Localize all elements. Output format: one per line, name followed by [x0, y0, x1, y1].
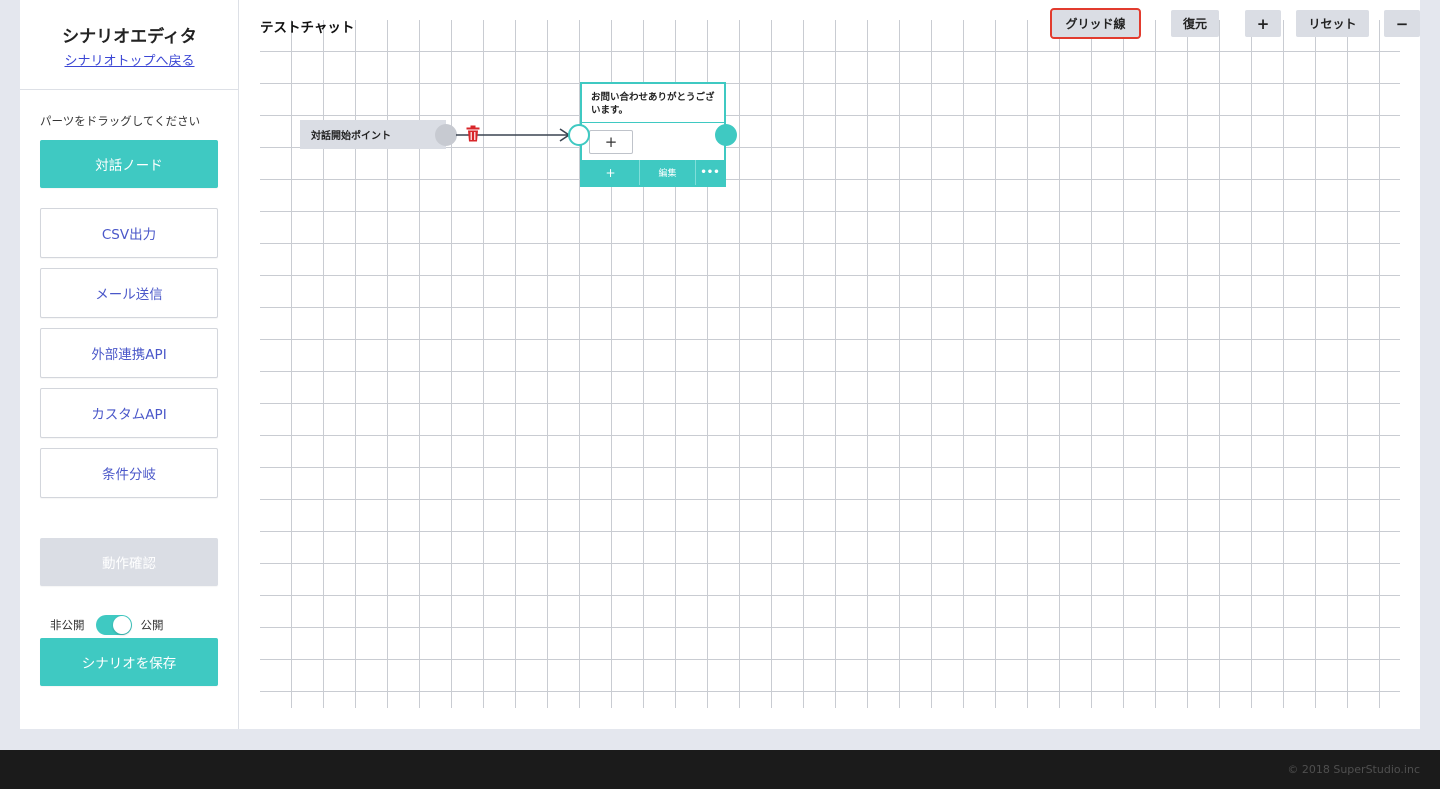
mail-send-part[interactable]: メール送信 [40, 268, 218, 318]
restore-button[interactable]: 復元 [1171, 10, 1219, 37]
start-node-label: 対話開始ポイント [311, 131, 391, 142]
back-to-scenario-top-link[interactable]: シナリオトップへ戻る [20, 50, 239, 69]
reset-button[interactable]: リセット [1296, 10, 1369, 37]
dialog-node[interactable]: お問い合わせありがとうございます。 + + 編集 ••• [580, 82, 726, 187]
dialog-node-part[interactable]: 対話ノード [40, 140, 218, 188]
sidebar-divider [20, 89, 238, 90]
app-container: シナリオエディタ シナリオトップへ戻る パーツをドラッグしてください 対話ノード… [20, 0, 1420, 729]
public-label: 公開 [140, 618, 164, 632]
save-scenario-button[interactable]: シナリオを保存 [40, 638, 218, 686]
dialog-node-output-port[interactable] [715, 124, 737, 146]
zoom-in-button[interactable]: + [1245, 10, 1281, 37]
csv-output-part[interactable]: CSV出力 [40, 208, 218, 258]
zoom-out-button[interactable]: − [1384, 10, 1420, 37]
custom-api-part[interactable]: カスタムAPI [40, 388, 218, 438]
condition-branch-part[interactable]: 条件分岐 [40, 448, 218, 498]
scenario-title: テストチャット [260, 20, 355, 36]
copyright-text: © 2018 SuperStudio.inc [1287, 763, 1420, 776]
dialog-node-input-port[interactable] [568, 124, 590, 146]
add-choice-button[interactable]: + [589, 130, 633, 154]
grid-lines-button[interactable]: グリッド線 [1050, 8, 1141, 39]
sidebar: シナリオエディタ シナリオトップへ戻る パーツをドラッグしてください 対話ノード… [20, 0, 239, 729]
scenario-canvas[interactable]: テストチャット グリッド線 復元 + リセット − 対話開始ポイント お問い合わ… [260, 0, 1420, 729]
drag-instruction: パーツをドラッグしてください [40, 114, 201, 128]
start-node-output-port[interactable] [435, 124, 457, 146]
editor-title: シナリオエディタ [62, 27, 197, 47]
test-run-button[interactable]: 動作確認 [40, 538, 218, 586]
node-edit-button[interactable]: 編集 [640, 160, 696, 185]
dialog-node-separator [582, 122, 724, 123]
page-footer: © 2018 SuperStudio.inc [0, 750, 1440, 789]
private-label: 非公開 [50, 618, 85, 632]
visibility-toggle-row: 非公開 公開 [50, 614, 164, 636]
dialog-node-footer: + 編集 ••• [582, 160, 724, 185]
external-api-part[interactable]: 外部連携API [40, 328, 218, 378]
dialog-node-message: お問い合わせありがとうございます。 [591, 92, 715, 116]
node-more-button[interactable]: ••• [696, 160, 724, 185]
visibility-toggle[interactable] [95, 615, 132, 635]
trash-icon[interactable] [466, 125, 480, 142]
toggle-knob [112, 616, 131, 634]
start-node[interactable]: 対話開始ポイント [300, 120, 446, 149]
node-add-button[interactable]: + [582, 160, 640, 185]
